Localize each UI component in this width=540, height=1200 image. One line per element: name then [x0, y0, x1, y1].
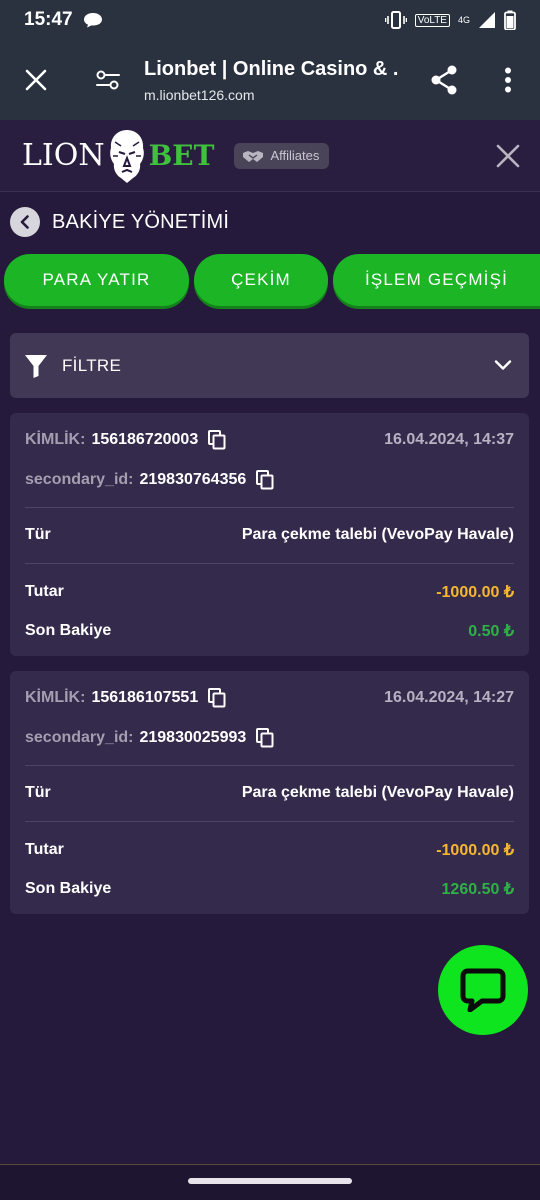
- transaction-card: KİMLİK: 156186107551 16.04.2024, 14:27 s…: [10, 671, 529, 914]
- network-type: 4G: [457, 15, 470, 25]
- id-row: KİMLİK: 156186720003 16.04.2024, 14:37: [25, 430, 514, 450]
- tune-icon: [96, 70, 120, 90]
- close-icon: [25, 69, 47, 91]
- balance-row: Son Bakiye 1260.50 ₺: [25, 879, 514, 899]
- live-chat-button[interactable]: [438, 945, 528, 1035]
- close-icon[interactable]: [494, 142, 522, 170]
- status-time: 15:47: [24, 9, 73, 30]
- logo-text-bet: BET: [148, 139, 215, 172]
- site-header: LION BET Affiliates: [0, 120, 540, 192]
- page-tab-title: Lionbet | Online Casino & ...: [144, 57, 399, 80]
- secondary-id-row: secondary_id: 219830764356: [25, 470, 514, 490]
- balance-row: Son Bakiye 0.50 ₺: [25, 621, 514, 641]
- transaction-date: 16.04.2024, 14:37: [384, 431, 514, 448]
- transaction-card: KİMLİK: 156186720003 16.04.2024, 14:37 s…: [10, 413, 529, 656]
- tab-withdraw[interactable]: ÇEKİM: [194, 254, 328, 306]
- page-url: m.lionbet126.com: [144, 86, 255, 103]
- balance-label: Son Bakiye: [25, 622, 112, 639]
- lion-head-icon: [109, 129, 144, 183]
- filter-icon: [25, 354, 47, 378]
- page-title: BAKİYE YÖNETİMİ: [52, 210, 230, 233]
- type-value: Para çekme talebi (VevoPay Havale): [241, 526, 514, 543]
- copy-icon[interactable]: [256, 470, 274, 490]
- browser-close-button[interactable]: [0, 40, 72, 120]
- affiliates-label: Affiliates: [270, 148, 320, 163]
- filter-label: FİLTRE: [62, 355, 122, 375]
- amount-row: Tutar -1000.00 ₺: [25, 840, 514, 860]
- amount-row: Tutar -1000.00 ₺: [25, 582, 514, 602]
- browser-menu-button[interactable]: [476, 40, 540, 120]
- share-button[interactable]: [412, 40, 476, 120]
- chat-bubble-icon: [83, 13, 102, 28]
- browser-toolbar: Lionbet | Online Casino & ... m.lionbet1…: [0, 40, 540, 120]
- copy-icon[interactable]: [208, 688, 226, 708]
- id-label: KİMLİK:: [25, 431, 86, 448]
- vibrate-icon: [384, 11, 407, 29]
- logo-text-lion: LION: [22, 138, 105, 173]
- secondary-id-label: secondary_id:: [25, 471, 134, 488]
- divider: [25, 821, 514, 822]
- transaction-date: 16.04.2024, 14:27: [384, 689, 514, 706]
- balance-label: Son Bakiye: [25, 880, 112, 897]
- copy-icon[interactable]: [256, 728, 274, 748]
- type-row: Tür Para çekme talebi (VevoPay Havale): [25, 526, 514, 544]
- divider: [25, 765, 514, 766]
- lionbet-logo[interactable]: LION BET: [22, 128, 214, 184]
- copy-icon[interactable]: [208, 430, 226, 450]
- balance-value: 0.50 ₺: [468, 623, 514, 640]
- id-row: KİMLİK: 156186107551 16.04.2024, 14:27: [25, 688, 514, 708]
- filter-dropdown[interactable]: FİLTRE: [10, 333, 529, 398]
- signal-icon: [479, 12, 495, 28]
- site-settings-button[interactable]: [72, 40, 144, 120]
- amount-value: -1000.00 ₺: [436, 842, 514, 859]
- type-label: Tür: [25, 784, 51, 801]
- home-indicator[interactable]: [188, 1178, 352, 1184]
- amount-label: Tutar: [25, 841, 64, 858]
- battery-icon: [504, 10, 516, 30]
- type-row: Tür Para çekme talebi (VevoPay Havale): [25, 784, 514, 802]
- secondary-id-row: secondary_id: 219830025993: [25, 728, 514, 748]
- divider: [25, 563, 514, 564]
- type-value: Para çekme talebi (VevoPay Havale): [241, 784, 514, 801]
- divider: [25, 507, 514, 508]
- transaction-id: 156186720003: [91, 431, 199, 448]
- secondary-id-value: 219830764356: [139, 471, 247, 488]
- secondary-id-label: secondary_id:: [25, 729, 134, 746]
- transaction-id: 156186107551: [91, 689, 199, 706]
- handshake-icon: [243, 150, 264, 162]
- volte-badge: VoLTE: [414, 13, 450, 27]
- share-icon: [431, 65, 457, 95]
- status-icons: VoLTE 4G: [384, 10, 516, 30]
- chat-icon: [460, 968, 506, 1012]
- tab-transaction-history[interactable]: İŞLEM GEÇMİŞİ: [333, 254, 540, 306]
- type-label: Tür: [25, 526, 51, 543]
- page-title-row: BAKİYE YÖNETİMİ: [10, 206, 229, 238]
- balance-value: 1260.50 ₺: [441, 881, 514, 898]
- affiliates-button[interactable]: Affiliates: [234, 142, 330, 169]
- status-bar: 15:47 VoLTE 4G: [0, 0, 540, 40]
- browser-title-area[interactable]: Lionbet | Online Casino & ... m.lionbet1…: [144, 58, 412, 103]
- amount-value: -1000.00 ₺: [436, 584, 514, 601]
- tab-deposit[interactable]: PARA YATIR: [4, 254, 189, 306]
- chevron-left-icon: [20, 215, 29, 229]
- secondary-id-value: 219830025993: [139, 729, 247, 746]
- more-vert-icon: [505, 67, 511, 93]
- back-button[interactable]: [10, 207, 40, 237]
- amount-label: Tutar: [25, 583, 64, 600]
- chevron-down-icon: [494, 360, 512, 370]
- id-label: KİMLİK:: [25, 689, 86, 706]
